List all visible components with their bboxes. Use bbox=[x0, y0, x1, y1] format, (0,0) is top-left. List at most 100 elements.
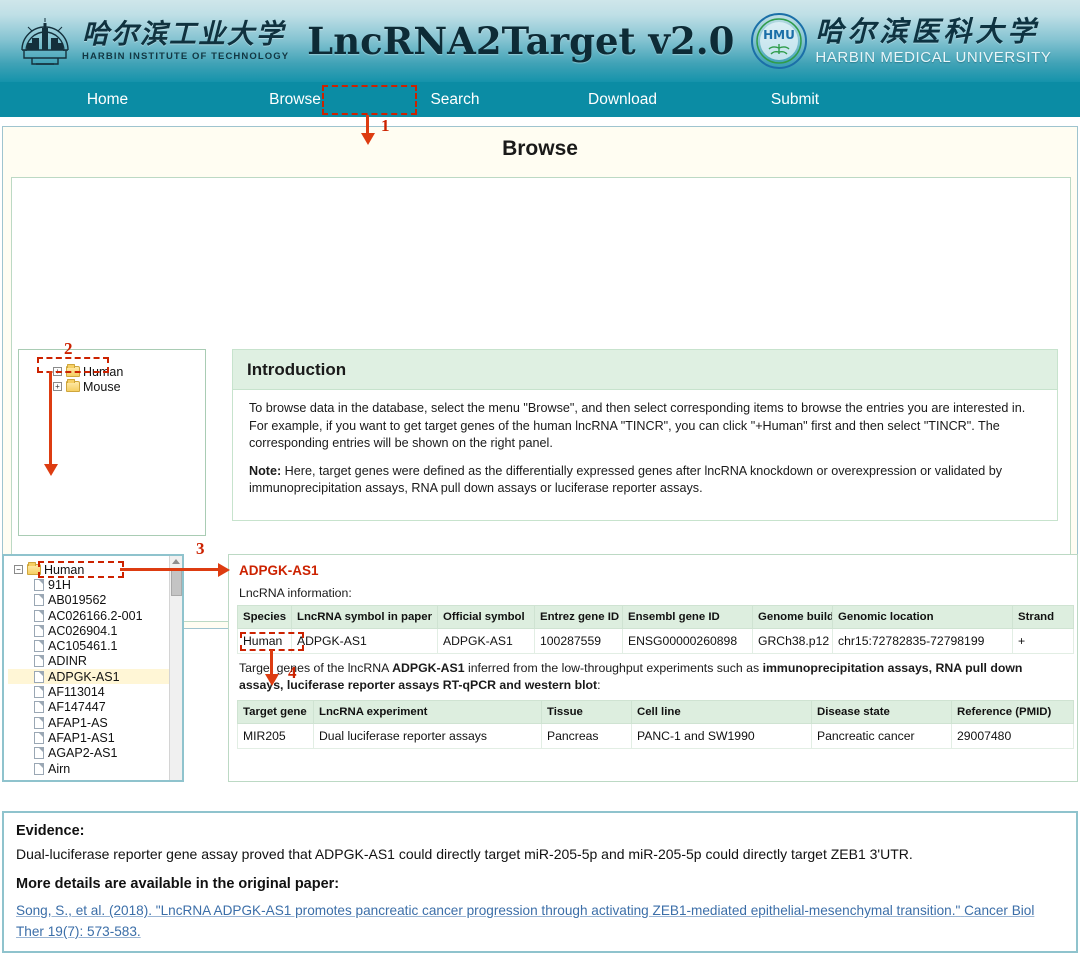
species-tree-panel[interactable]: + Human + Mouse bbox=[18, 349, 206, 536]
gene-label: AF113014 bbox=[48, 685, 105, 700]
hmu-cn-name: 哈尔滨医科大学 bbox=[815, 14, 1040, 48]
annotation-number-4: 4 bbox=[288, 663, 297, 682]
hit-crest-icon bbox=[14, 10, 76, 72]
document-icon bbox=[34, 655, 44, 668]
desc-part-2: inferred from the low-throughput experim… bbox=[464, 661, 763, 675]
gene-label: AGAP2-AS1 bbox=[48, 746, 118, 761]
gene-label: AB019562 bbox=[48, 593, 107, 608]
scrollbar-thumb[interactable] bbox=[171, 568, 182, 596]
annotation-number-3: 3 bbox=[196, 539, 205, 558]
nav-item-download[interactable]: Download bbox=[535, 82, 710, 117]
tree-item-label: Mouse bbox=[83, 379, 121, 394]
nav-item-search[interactable]: Search bbox=[375, 82, 535, 117]
cell-reference-pmid[interactable]: 29007480 bbox=[951, 723, 1074, 749]
col-official-symbol: Official symbol bbox=[437, 605, 535, 629]
citation-link[interactable]: Song, S., et al. (2018). "LncRNA ADPGK-A… bbox=[16, 900, 1064, 942]
result-panel: ADPGK-AS1 LncRNA information: Species Ln… bbox=[228, 554, 1078, 782]
target-genes-description: Target genes of the lncRNA ADPGK-AS1 inf… bbox=[239, 660, 1067, 694]
list-item[interactable]: 91H bbox=[8, 577, 182, 592]
gene-label: Airn bbox=[48, 761, 71, 776]
list-item[interactable]: AF147447 bbox=[8, 700, 182, 715]
hmu-logo: HMU 哈尔滨医科大学 HARBIN MEDICAL UNIVERSITY bbox=[750, 12, 1051, 70]
list-item[interactable]: AC105461.1 bbox=[8, 638, 182, 653]
gene-label: ADINR bbox=[48, 654, 87, 669]
target-genes-table: Target gene LncRNA experiment Tissue Cel… bbox=[237, 700, 1074, 749]
hit-logo: 哈尔滨工业大学 HARBIN INSTITUTE OF TECHNOLOGY bbox=[14, 10, 289, 72]
lncrna-information-table: Species LncRNA symbol in paper Official … bbox=[237, 605, 1074, 654]
annotation-line-1 bbox=[366, 115, 369, 135]
cell-official-symbol: ADPGK-AS1 bbox=[437, 628, 535, 654]
nav-item-home[interactable]: Home bbox=[0, 82, 215, 117]
cell-strand: + bbox=[1012, 628, 1074, 654]
col-genomic-location: Genomic location bbox=[832, 605, 1013, 629]
result-gene-title: ADPGK-AS1 bbox=[239, 563, 319, 578]
gene-label: 91H bbox=[48, 577, 71, 592]
document-icon bbox=[34, 594, 44, 607]
gene-label: AC026904.1 bbox=[48, 623, 118, 638]
vertical-scrollbar[interactable] bbox=[169, 556, 182, 780]
page-title: Browse bbox=[502, 137, 578, 160]
table-row: MIR205 Dual luciferase reporter assays P… bbox=[237, 723, 1074, 749]
col-ensembl-gene-id: Ensembl gene ID bbox=[622, 605, 753, 629]
nav-item-browse[interactable]: Browse bbox=[215, 82, 375, 117]
list-item[interactable]: AGAP2-AS1 bbox=[8, 746, 182, 761]
introduction-panel: Introduction To browse data in the datab… bbox=[232, 349, 1058, 521]
introduction-body: To browse data in the database, select t… bbox=[233, 390, 1057, 498]
tree-item-human[interactable]: + Human bbox=[19, 364, 205, 379]
list-item[interactable]: AF113014 bbox=[8, 684, 182, 699]
more-details-heading: More details are available in the origin… bbox=[16, 876, 340, 892]
tree-item-mouse[interactable]: + Mouse bbox=[19, 379, 205, 394]
site-banner: 哈尔滨工业大学 HARBIN INSTITUTE OF TECHNOLOGY L… bbox=[0, 0, 1080, 82]
tree-item-label: Human bbox=[44, 562, 85, 577]
cell-entrez-gene-id: 100287559 bbox=[534, 628, 623, 654]
document-icon bbox=[34, 686, 44, 699]
cell-species: Human bbox=[237, 628, 292, 654]
hmu-en-name: HARBIN MEDICAL UNIVERSITY bbox=[815, 48, 1052, 66]
col-species: Species bbox=[237, 605, 292, 629]
folder-icon bbox=[27, 562, 41, 576]
list-item-adpgk-as1[interactable]: ADPGK-AS1 bbox=[8, 669, 182, 685]
annotation-line-3 bbox=[120, 568, 220, 571]
col-lncrna-experiment: LncRNA experiment bbox=[313, 700, 542, 724]
evidence-text: Dual-luciferase reporter gene assay prov… bbox=[16, 846, 913, 862]
introduction-heading: Introduction bbox=[247, 359, 347, 379]
list-item[interactable]: ADINR bbox=[8, 654, 182, 669]
annotation-arrow-3 bbox=[218, 563, 230, 577]
col-tissue: Tissue bbox=[541, 700, 632, 724]
hmu-crest-icon: HMU bbox=[750, 12, 808, 70]
list-item[interactable]: AC026166.2-001 bbox=[8, 608, 182, 623]
collapse-minus-icon[interactable]: − bbox=[14, 565, 23, 575]
gene-label: AFAP1-AS bbox=[48, 715, 108, 730]
expand-plus-icon[interactable]: + bbox=[53, 382, 62, 391]
cell-ensembl-gene-id: ENSG00000260898 bbox=[622, 628, 753, 654]
note-label: Note: bbox=[249, 463, 282, 478]
annotation-arrow-4 bbox=[265, 674, 279, 686]
folder-icon bbox=[66, 364, 80, 377]
document-icon bbox=[34, 701, 44, 714]
nav-item-submit[interactable]: Submit bbox=[710, 82, 880, 117]
list-item[interactable]: AFAP1-AS1 bbox=[8, 730, 182, 745]
cell-tissue: Pancreas bbox=[541, 723, 632, 749]
col-genome-build: Genome build bbox=[752, 605, 833, 629]
tree-item-label: Human bbox=[83, 364, 124, 379]
cell-lncrna-experiment: Dual luciferase reporter assays bbox=[313, 723, 542, 749]
svg-text:HMU: HMU bbox=[763, 28, 795, 42]
gene-tree-list: − Human 91H AB019562 AC026166.2-001 AC02… bbox=[4, 556, 182, 776]
list-item[interactable]: AC026904.1 bbox=[8, 623, 182, 638]
table-header-row: Species LncRNA symbol in paper Official … bbox=[237, 605, 1074, 629]
desc-part-3: : bbox=[597, 678, 601, 692]
document-icon bbox=[34, 640, 44, 653]
gene-tree-panel[interactable]: − Human 91H AB019562 AC026166.2-001 AC02… bbox=[2, 554, 184, 782]
list-item[interactable]: Airn bbox=[8, 761, 182, 776]
list-item[interactable]: AFAP1-AS bbox=[8, 715, 182, 730]
introduction-paragraph-1: To browse data in the database, select t… bbox=[249, 401, 1026, 450]
cell-target-gene[interactable]: MIR205 bbox=[237, 723, 314, 749]
col-strand: Strand bbox=[1012, 605, 1074, 629]
folder-icon bbox=[66, 379, 80, 392]
document-icon bbox=[34, 578, 44, 591]
list-item[interactable]: AB019562 bbox=[8, 593, 182, 608]
lncrna-information-label: LncRNA information: bbox=[239, 586, 352, 600]
scroll-up-arrow-icon[interactable] bbox=[172, 559, 180, 564]
evidence-panel: Evidence: Dual-luciferase reporter gene … bbox=[2, 811, 1078, 953]
expand-plus-icon[interactable]: + bbox=[53, 367, 62, 376]
